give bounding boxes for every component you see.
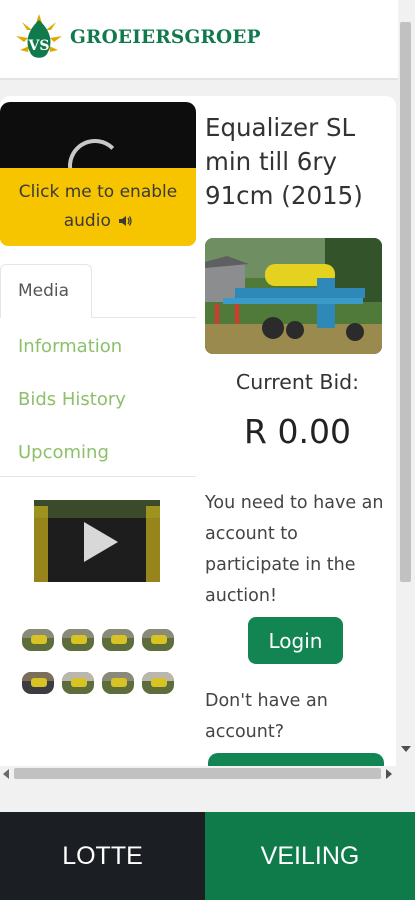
- login-button[interactable]: Login: [248, 617, 343, 664]
- gallery-thumbnail[interactable]: [62, 629, 94, 651]
- play-icon[interactable]: [84, 522, 118, 562]
- brand-name[interactable]: GROEIERSGROEP: [70, 27, 261, 48]
- gallery-thumbnail[interactable]: [102, 629, 134, 651]
- nav-veiling-button[interactable]: VEILING: [205, 812, 415, 900]
- tab-upcoming[interactable]: Upcoming: [18, 442, 109, 463]
- video-thumbnail[interactable]: [34, 500, 160, 582]
- scroll-right-arrow-icon[interactable]: [386, 769, 392, 779]
- sidebar-divider: [0, 476, 196, 477]
- lot-title: Equalizer SL min till 6ry 91cm (2015): [205, 113, 363, 210]
- horizontal-scrollbar[interactable]: [0, 766, 398, 783]
- gallery-thumbnail[interactable]: [142, 629, 174, 651]
- gallery-thumbnail[interactable]: [102, 672, 134, 694]
- current-bid-label: Current Bid:: [235, 370, 360, 394]
- no-account-text: Don't have an account?: [205, 691, 328, 742]
- register-button[interactable]: [208, 753, 384, 766]
- scroll-left-arrow-icon[interactable]: [3, 769, 9, 779]
- speaker-icon: [119, 216, 132, 226]
- tabs-divider: [92, 317, 196, 318]
- site-header: VS GROEIERSGROEP: [0, 0, 398, 80]
- gallery-thumbnail[interactable]: [22, 629, 54, 651]
- horizontal-scrollbar-thumb[interactable]: [14, 768, 381, 779]
- account-required-notice: You need to have an account to participa…: [205, 493, 384, 606]
- nav-lotte-button[interactable]: LOTTE: [0, 812, 205, 900]
- gallery-thumbnail[interactable]: [142, 672, 174, 694]
- tab-information[interactable]: Information: [18, 336, 122, 357]
- tab-media[interactable]: Media: [0, 264, 92, 318]
- enable-audio-button[interactable]: Click me to enable audio: [0, 168, 196, 246]
- lot-content: Click me to enable audio Media Informati…: [0, 96, 396, 766]
- current-bid-value: R 0.00: [244, 412, 351, 451]
- scroll-down-arrow-icon[interactable]: [401, 746, 411, 752]
- bottom-navigation: LOTTE VEILING: [0, 812, 415, 900]
- enable-audio-label: Click me to enable audio: [18, 182, 178, 231]
- gallery-thumbnail[interactable]: [22, 672, 54, 694]
- video-player[interactable]: [0, 102, 196, 172]
- logo-letters: VS: [28, 38, 50, 54]
- brand-logo-icon[interactable]: VS: [14, 12, 64, 64]
- vertical-scrollbar[interactable]: [398, 0, 415, 780]
- gallery-thumbnail[interactable]: [62, 672, 94, 694]
- lot-main-image[interactable]: [205, 238, 382, 354]
- vertical-scrollbar-thumb[interactable]: [400, 22, 411, 582]
- tab-bids-history[interactable]: Bids History: [18, 389, 126, 410]
